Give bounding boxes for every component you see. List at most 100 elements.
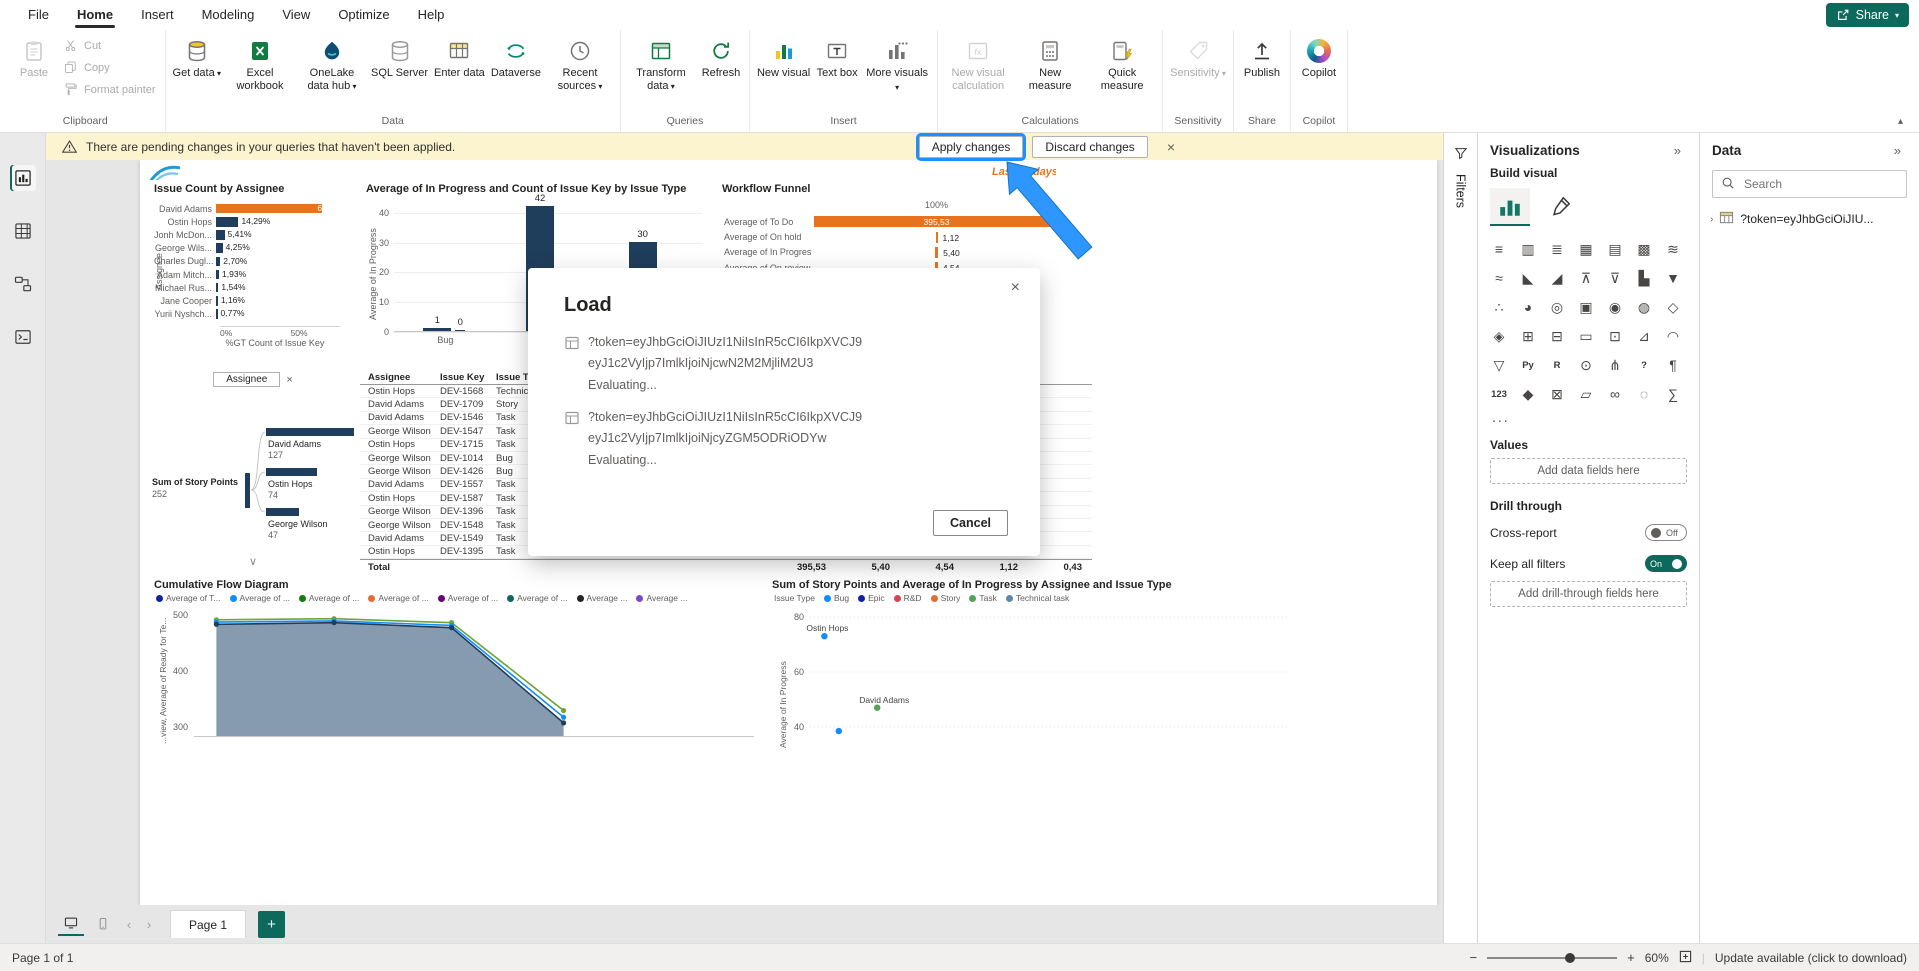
area-chart-icon[interactable]: ◣ bbox=[1515, 265, 1541, 291]
menu-tab-optimize[interactable]: Optimize bbox=[324, 0, 403, 30]
new-page-button[interactable]: + bbox=[258, 911, 285, 938]
search-input[interactable] bbox=[1742, 176, 1898, 192]
decomposition-tree-icon[interactable]: ⋔ bbox=[1602, 352, 1628, 378]
menu-tab-view[interactable]: View bbox=[268, 0, 324, 30]
menu-tab-file[interactable]: File bbox=[14, 0, 63, 30]
dax-query-view-icon[interactable] bbox=[10, 324, 36, 350]
slicer-icon[interactable]: ▽ bbox=[1486, 352, 1512, 378]
gauge-icon[interactable]: ◠ bbox=[1660, 323, 1686, 349]
collapse-ribbon-button[interactable]: ▴ bbox=[1892, 115, 1909, 128]
fit-to-page-icon[interactable] bbox=[1679, 950, 1692, 966]
zoom-slider-thumb[interactable] bbox=[1565, 953, 1575, 963]
page-tab-active[interactable]: Page 1 bbox=[170, 910, 246, 938]
donut-chart-icon[interactable]: ◎ bbox=[1544, 294, 1570, 320]
more-visual-options[interactable]: ... bbox=[1478, 407, 1699, 429]
report-view-icon[interactable] bbox=[10, 165, 36, 191]
menu-tab-home[interactable]: Home bbox=[63, 0, 127, 30]
menu-tab-help[interactable]: Help bbox=[404, 0, 459, 30]
chevron-right-icon[interactable]: › bbox=[1710, 214, 1713, 225]
zoom-slider[interactable] bbox=[1487, 957, 1617, 959]
100-stacked-bar-chart-icon[interactable]: ▤ bbox=[1602, 236, 1628, 262]
publish-button[interactable]: Publish bbox=[1238, 34, 1286, 83]
100-stacked-column-chart-icon[interactable]: ▩ bbox=[1631, 236, 1657, 262]
clustered-bar-chart-icon[interactable]: ≣ bbox=[1544, 236, 1570, 262]
matrix-icon[interactable]: ⊟ bbox=[1544, 323, 1570, 349]
banner-close-icon[interactable]: × bbox=[1161, 138, 1181, 156]
desktop-layout-icon[interactable] bbox=[58, 912, 84, 936]
apply-changes-button[interactable]: Apply changes bbox=[919, 136, 1024, 158]
new-measure-button[interactable]: New measure bbox=[1014, 34, 1086, 95]
treemap-icon[interactable]: ▣ bbox=[1573, 294, 1599, 320]
next-page-icon[interactable]: › bbox=[142, 917, 156, 932]
key-influencers-icon[interactable]: ⊙ bbox=[1573, 352, 1599, 378]
cancel-button[interactable]: Cancel bbox=[933, 510, 1008, 536]
waterfall-chart-icon[interactable]: ▙ bbox=[1631, 265, 1657, 291]
collapse-visualizations-icon[interactable]: » bbox=[1668, 142, 1687, 159]
transform-data-button[interactable]: Transform data ▾ bbox=[625, 34, 697, 96]
menu-tab-modeling[interactable]: Modeling bbox=[188, 0, 269, 30]
sql-server-button[interactable]: SQL Server bbox=[368, 34, 431, 83]
table-view-icon[interactable] bbox=[10, 218, 36, 244]
discard-changes-button[interactable]: Discard changes bbox=[1032, 136, 1147, 158]
zoom-out-icon[interactable]: − bbox=[1470, 950, 1478, 965]
arcgis-map-icon[interactable]: ◌ bbox=[1631, 381, 1657, 407]
update-available-link[interactable]: Update available (click to download) bbox=[1715, 951, 1907, 965]
new-visual-button[interactable]: New visual bbox=[754, 34, 813, 83]
filled-map-icon[interactable]: ◍ bbox=[1631, 294, 1657, 320]
line-and-clustered-column-chart-icon[interactable]: ⊽ bbox=[1602, 265, 1628, 291]
r-script-visual-icon[interactable]: R bbox=[1544, 352, 1570, 378]
pie-chart-icon[interactable]: ◕ bbox=[1515, 294, 1541, 320]
expand-tree-icon[interactable]: ∨ bbox=[249, 555, 257, 568]
funnel-chart-icon[interactable]: ▼ bbox=[1660, 265, 1686, 291]
enter-data-button[interactable]: Enter data bbox=[431, 34, 488, 83]
more-visuals-button[interactable]: More visuals ▾ bbox=[861, 34, 933, 97]
numeric-card-icon[interactable]: 123 bbox=[1486, 381, 1512, 407]
shape-map-icon[interactable]: ◇ bbox=[1660, 294, 1686, 320]
line-chart-icon[interactable]: ≈ bbox=[1486, 265, 1512, 291]
copilot-button[interactable]: Copilot bbox=[1295, 34, 1343, 83]
kpi-icon[interactable]: ⊿ bbox=[1631, 323, 1657, 349]
text-box-button[interactable]: Text box bbox=[813, 34, 861, 83]
menu-tab-insert[interactable]: Insert bbox=[127, 0, 188, 30]
refresh-button[interactable]: Refresh bbox=[697, 34, 745, 83]
metrics-icon[interactable]: ◆ bbox=[1515, 381, 1541, 407]
card-icon[interactable]: ▭ bbox=[1573, 323, 1599, 349]
clustered-column-chart-icon[interactable]: ▦ bbox=[1573, 236, 1599, 262]
excel-workbook-button[interactable]: Excel workbook bbox=[224, 34, 296, 95]
zoom-in-icon[interactable]: + bbox=[1627, 950, 1635, 965]
model-view-icon[interactable] bbox=[10, 271, 36, 297]
filters-pane-collapsed[interactable]: Filters bbox=[1443, 133, 1477, 943]
stacked-bar-chart-icon[interactable]: ≡ bbox=[1486, 236, 1512, 262]
keep-all-filters-toggle[interactable]: On bbox=[1645, 555, 1687, 572]
table-icon[interactable]: ⊞ bbox=[1515, 323, 1541, 349]
power-automate-icon[interactable]: ∞ bbox=[1602, 381, 1628, 407]
mobile-layout-icon[interactable] bbox=[90, 912, 116, 936]
scatter-chart-icon[interactable]: ∴ bbox=[1486, 294, 1512, 320]
python-visual-icon[interactable]: Py bbox=[1515, 352, 1541, 378]
collapse-data-panel-icon[interactable]: » bbox=[1888, 142, 1907, 159]
power-apps-icon[interactable]: ▱ bbox=[1573, 381, 1599, 407]
line-and-stacked-column-chart-icon[interactable]: ⊼ bbox=[1573, 265, 1599, 291]
azure-map-icon[interactable]: ◈ bbox=[1486, 323, 1512, 349]
share-button[interactable]: Share ▾ bbox=[1826, 3, 1909, 27]
paginated-report-icon[interactable]: ⊠ bbox=[1544, 381, 1570, 407]
stacked-area-chart-icon[interactable]: ◢ bbox=[1544, 265, 1570, 291]
stacked-column-chart-icon[interactable]: ▥ bbox=[1515, 236, 1541, 262]
multi-row-card-icon[interactable]: ⊡ bbox=[1602, 323, 1628, 349]
get-data-button[interactable]: Get data ▾ bbox=[170, 34, 224, 84]
ribbon-chart-icon[interactable]: ≋ bbox=[1660, 236, 1686, 262]
format-visual-icon[interactable] bbox=[1540, 188, 1580, 226]
previous-page-icon[interactable]: ‹ bbox=[122, 917, 136, 932]
dialog-close-icon[interactable]: × bbox=[1005, 278, 1026, 298]
smart-narrative-icon[interactable]: ¶ bbox=[1660, 352, 1686, 378]
dataset-tree-item[interactable]: › ?token=eyJhbGciOiJIU... bbox=[1700, 202, 1919, 236]
quick-measure-button[interactable]: Quick measure bbox=[1086, 34, 1158, 95]
map-icon[interactable]: ◉ bbox=[1602, 294, 1628, 320]
script-visual-icon[interactable]: ∑ bbox=[1660, 381, 1686, 407]
add-drill-through-fields-dropzone[interactable]: Add drill-through fields here bbox=[1490, 581, 1687, 607]
recent-sources-button[interactable]: Recent sources ▾ bbox=[544, 34, 616, 96]
build-visual-icon[interactable] bbox=[1490, 188, 1530, 226]
add-data-fields-dropzone[interactable]: Add data fields here bbox=[1490, 458, 1687, 484]
qa-visual-icon[interactable]: ? bbox=[1631, 352, 1657, 378]
dataverse-button[interactable]: Dataverse bbox=[488, 34, 544, 83]
